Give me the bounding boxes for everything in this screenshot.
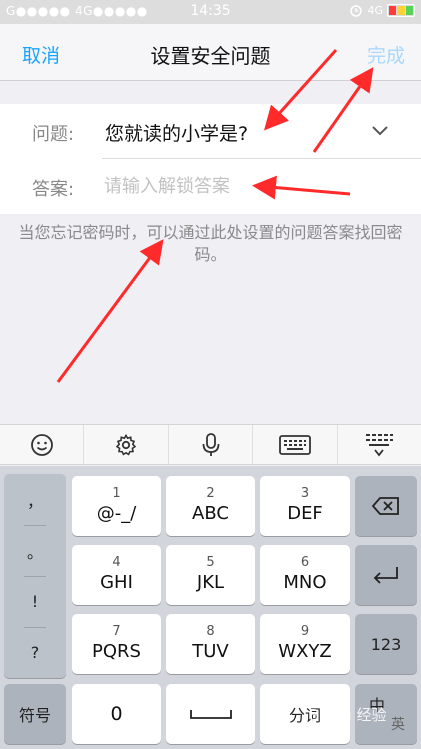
question-select[interactable]: 您就读的小学是? (105, 119, 248, 146)
space-button[interactable] (166, 684, 255, 744)
key-7[interactable]: 7 PQRS (72, 614, 161, 674)
battery-icon (387, 3, 415, 17)
key-letters: PQRS (92, 641, 141, 662)
hint-text: 当您忘记密码时，可以通过此处设置的问题答案找回密码。 (18, 223, 403, 264)
key-number: 4 (112, 555, 121, 570)
key-letters: TUV (192, 641, 229, 662)
cancel-button[interactable]: 取消 (22, 41, 60, 68)
key-8[interactable]: 8 TUV (166, 614, 255, 674)
key-letters: MNO (283, 572, 327, 593)
settings-button[interactable] (84, 425, 169, 464)
keyboard-toolbar (0, 424, 421, 465)
watermark: Baidu 经验 (309, 706, 387, 724)
key-5[interactable]: 5 JKL (166, 545, 255, 605)
key-3[interactable]: 3 DEF (260, 476, 350, 536)
key-number: 6 (300, 555, 310, 570)
chevron-down-icon[interactable] (369, 119, 391, 141)
voice-button[interactable] (169, 425, 254, 464)
key-number: 2 (206, 486, 215, 501)
key-number: 9 (300, 624, 310, 639)
done-button[interactable]: 完成 (367, 41, 405, 68)
symbols-switch-button[interactable]: 符号 (4, 684, 66, 744)
key-letters: JKL (196, 572, 225, 593)
numbers-switch-label: 123 (370, 634, 402, 654)
network-type: 4G (367, 3, 383, 17)
question-row[interactable]: 问题: 您就读的小学是? (0, 104, 421, 159)
question-label: 问题: (32, 124, 75, 145)
symbol-key-period[interactable]: 。 (4, 525, 66, 576)
keyboard-icon (279, 434, 311, 455)
symbol-key-exclamation[interactable]: ! (4, 576, 66, 627)
key-zero-label: 0 (110, 703, 123, 725)
page-title: 设置安全问题 (150, 44, 271, 68)
answer-row: 答案: (0, 159, 421, 214)
status-right: 4G (349, 3, 415, 17)
backspace-icon (371, 497, 399, 515)
key-number: 3 (300, 486, 310, 501)
answer-label: 答案: (32, 179, 75, 200)
emoji-icon (30, 433, 53, 456)
navigation-bar: 取消 设置安全问题 完成 (0, 24, 421, 81)
key-0[interactable]: 0 (72, 684, 161, 744)
collapse-keyboard-icon (366, 433, 394, 456)
security-question-form: 问题: 您就读的小学是? 答案: (0, 104, 421, 214)
language-english-label: 英 (391, 717, 405, 733)
key-letters: DEF (287, 503, 323, 524)
emoji-button[interactable] (0, 425, 85, 464)
numbers-switch-button[interactable]: 123 (355, 614, 417, 674)
keyboard-switch-button[interactable] (253, 425, 338, 464)
backspace-button[interactable] (355, 476, 417, 536)
key-number: 5 (206, 555, 215, 570)
key-letters: ABC (192, 503, 229, 524)
key-number: 1 (112, 486, 121, 501)
alarm-icon (350, 5, 363, 17)
key-4[interactable]: 4 GHI (72, 545, 161, 605)
symbol-key-question[interactable]: ? (4, 627, 66, 678)
status-bar: G●●●●● 4G●●●●● 14:35 4G (0, 0, 421, 24)
key-6[interactable]: 6 MNO (260, 545, 350, 605)
gear-icon (115, 433, 137, 456)
symbols-switch-label: 符号 (18, 706, 51, 725)
enter-button[interactable] (355, 545, 417, 605)
key-9[interactable]: 9 WXYZ (260, 614, 350, 674)
key-1[interactable]: 1 @-_/ (72, 476, 161, 536)
enter-icon (373, 567, 398, 584)
symbol-column[interactable]: ， 。 ! ? (4, 474, 66, 678)
key-number: 7 (112, 624, 121, 639)
collapse-keyboard-button[interactable] (338, 425, 421, 464)
key-letters: GHI (100, 572, 133, 593)
key-2[interactable]: 2 ABC (166, 476, 255, 536)
answer-input[interactable] (104, 169, 384, 203)
key-letters: @-_/ (96, 503, 137, 524)
symbol-key-comma[interactable]: ， (4, 474, 66, 525)
key-number: 8 (206, 624, 215, 639)
microphone-icon (202, 432, 219, 456)
key-letters: WXYZ (278, 641, 332, 662)
space-icon (189, 710, 232, 719)
